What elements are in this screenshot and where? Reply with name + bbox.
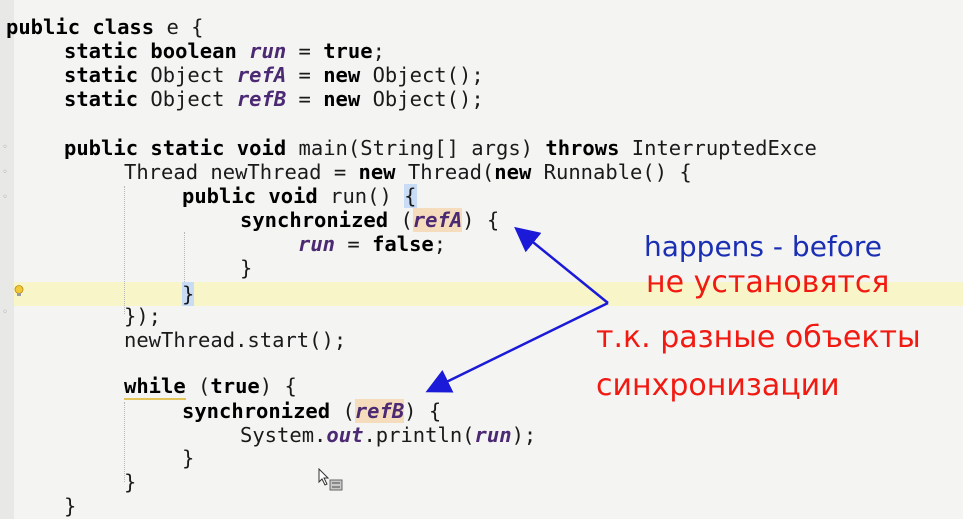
arrow-to-refB [425, 301, 609, 393]
mouse-cursor-icon [318, 468, 343, 491]
arrow-to-refA [514, 226, 609, 304]
annotation-arrows [425, 226, 609, 393]
